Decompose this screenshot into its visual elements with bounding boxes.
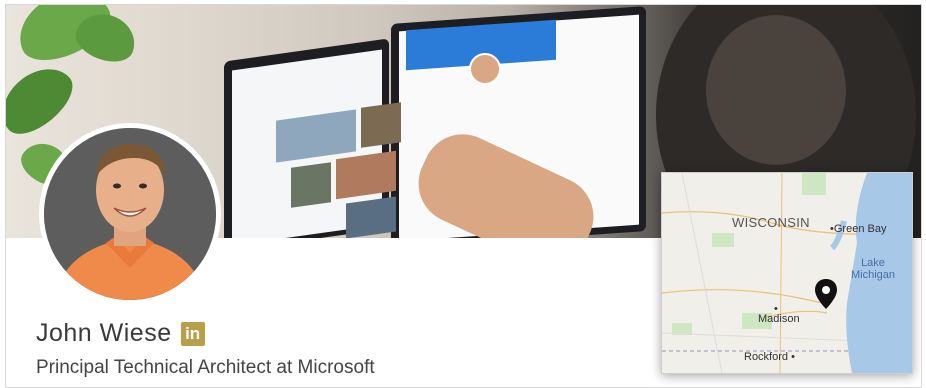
location-map[interactable]: WISCONSIN •Green Bay Madison • Rockford … <box>661 172 913 374</box>
profile-name-row: John Wiese in <box>36 319 205 348</box>
map-state-label: WISCONSIN <box>732 215 810 230</box>
map-city-madison: Madison <box>758 313 800 325</box>
map-city-green-bay: •Green Bay <box>830 223 887 235</box>
avatar-portrait <box>44 128 216 300</box>
profile-headline: Principal Technical Architect at Microso… <box>36 357 375 378</box>
city-dot-icon: • <box>774 303 778 315</box>
avatar[interactable] <box>44 128 216 300</box>
photo-tile <box>361 102 401 148</box>
profile-name[interactable]: John Wiese <box>36 319 172 348</box>
linkedin-icon[interactable]: in <box>180 321 205 346</box>
photo-tile <box>336 150 396 200</box>
photo-tile <box>291 162 331 208</box>
map-pin-icon[interactable] <box>815 279 837 309</box>
map-city-rockford: Rockford • <box>744 351 795 363</box>
person-head <box>706 15 846 165</box>
map-lake-label: Lake Michigan <box>850 257 896 281</box>
photo-tile <box>346 196 396 238</box>
plant-leaf <box>6 55 83 145</box>
profile-card: John Wiese in Principal Technical Archit… <box>5 4 922 388</box>
city-dot-icon: • <box>788 351 795 363</box>
contact-avatar <box>469 53 501 85</box>
